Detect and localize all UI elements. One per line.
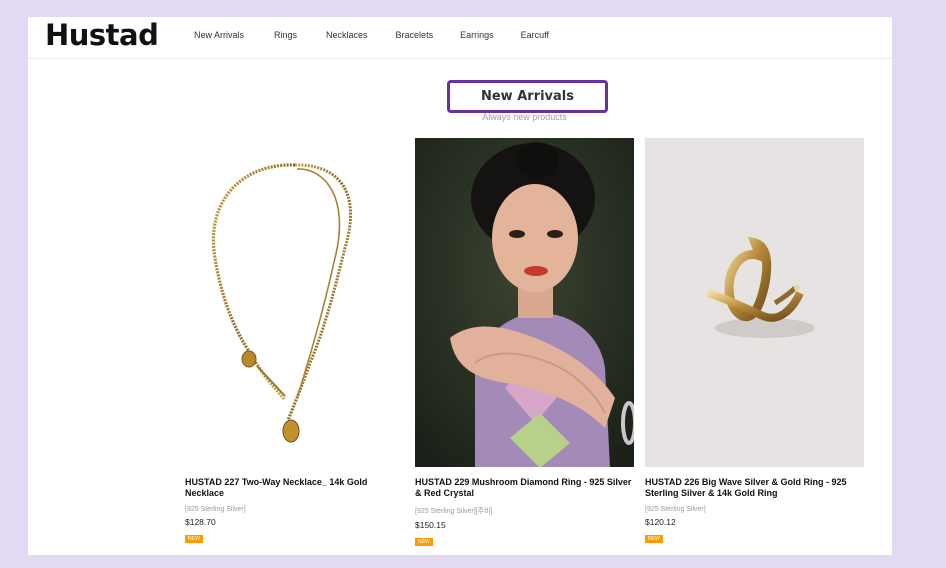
section-subtitle: Always new products <box>482 112 567 122</box>
product-price: $120.12 <box>645 517 676 527</box>
product-spec: [925 Sterling Silver] <box>185 506 246 513</box>
gold-ring-photo[interactable] <box>645 138 864 467</box>
product-card[interactable]: HUSTAD 226 Big Wave Silver & Gold Ring -… <box>645 138 864 545</box>
nav-item-earrings[interactable]: Earrings <box>460 30 494 40</box>
product-card[interactable]: HUSTAD 227 Two-Way Necklace_ 14k Gold Ne… <box>185 138 404 545</box>
site-logo[interactable]: Hustad <box>45 18 159 52</box>
main-nav: New Arrivals Rings Necklaces Bracelets E… <box>194 30 549 40</box>
product-spec: [925 Sterling Silver] <box>645 506 706 513</box>
product-spec: [925 Sterling Silver][주비] <box>415 508 493 515</box>
nav-item-new-arrivals[interactable]: New Arrivals <box>194 30 244 40</box>
product-name[interactable]: HUSTAD 226 Big Wave Silver & Gold Ring -… <box>645 477 864 499</box>
nav-item-bracelets[interactable]: Bracelets <box>396 30 434 40</box>
section-title: New Arrivals <box>480 89 574 104</box>
product-card[interactable]: HUSTAD 229 Mushroom Diamond Ring - 925 S… <box>415 138 634 548</box>
product-name[interactable]: HUSTAD 227 Two-Way Necklace_ 14k Gold Ne… <box>185 477 404 499</box>
gold-necklace-photo[interactable] <box>185 138 404 467</box>
new-badge: NEW <box>645 535 663 543</box>
section-title-box: New Arrivals <box>447 80 608 113</box>
nav-item-earcuff[interactable]: Earcuff <box>521 30 549 40</box>
page-container: Hustad New Arrivals Rings Necklaces Brac… <box>28 17 892 555</box>
new-badge: NEW <box>185 535 203 543</box>
product-name[interactable]: HUSTAD 229 Mushroom Diamond Ring - 925 S… <box>415 477 634 499</box>
site-header: Hustad New Arrivals Rings Necklaces Brac… <box>28 17 892 59</box>
new-badge: NEW <box>415 538 433 546</box>
product-price: $128.70 <box>185 517 216 527</box>
model-portrait-photo[interactable] <box>415 138 634 467</box>
nav-item-rings[interactable]: Rings <box>274 30 297 40</box>
product-price: $150.15 <box>415 520 446 530</box>
nav-item-necklaces[interactable]: Necklaces <box>326 30 368 40</box>
